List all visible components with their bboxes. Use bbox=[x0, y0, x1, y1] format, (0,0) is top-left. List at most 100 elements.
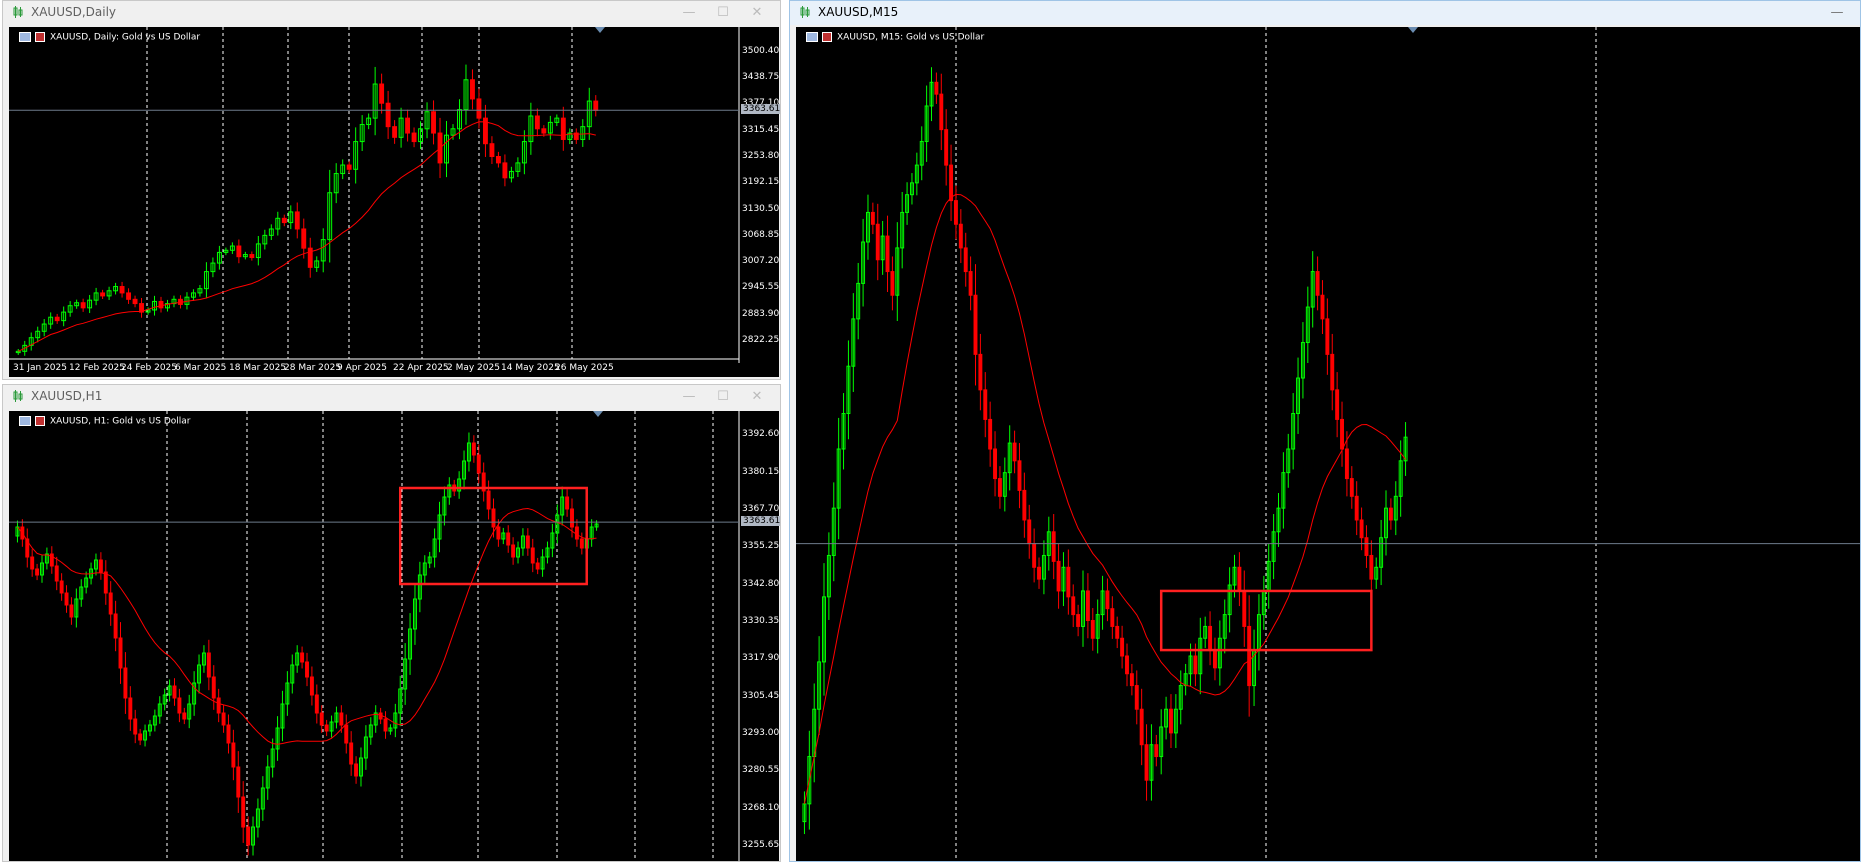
candle-body bbox=[1051, 531, 1056, 562]
candle-body bbox=[1110, 608, 1115, 627]
candle-body bbox=[411, 132, 417, 143]
candle-body bbox=[471, 442, 476, 456]
candle-body bbox=[1125, 655, 1129, 675]
maximize-button[interactable]: ☐ bbox=[706, 3, 740, 23]
candle-body bbox=[535, 562, 540, 570]
titlebar-daily[interactable]: XAUUSD,Daily — ☐ ✕ bbox=[3, 1, 780, 25]
candle-body bbox=[226, 724, 231, 744]
candle-body bbox=[1354, 495, 1359, 521]
close-button[interactable]: ✕ bbox=[740, 3, 774, 23]
y-tick-label: 3380.15 bbox=[742, 466, 780, 477]
candle-body bbox=[495, 156, 501, 164]
candle-body bbox=[511, 544, 516, 558]
chart-header-label: XAUUSD, M15: Gold vs US Dollar bbox=[837, 32, 985, 43]
candle-body bbox=[470, 79, 475, 100]
candle-body bbox=[324, 724, 329, 732]
candle-body bbox=[431, 111, 436, 134]
candle-body bbox=[314, 694, 319, 714]
candle-body bbox=[132, 298, 138, 305]
candle-body bbox=[934, 81, 939, 95]
candle-body bbox=[1364, 537, 1369, 556]
y-tick-label: 3330.35 bbox=[742, 615, 780, 626]
candle-body bbox=[211, 676, 216, 699]
chart-h1[interactable]: XAUUSD, H1: Gold vs US Dollar 3392.60 338… bbox=[9, 411, 781, 862]
candle-body bbox=[997, 478, 1002, 497]
candle-body bbox=[1085, 590, 1090, 622]
candle-body bbox=[108, 592, 113, 615]
candle-body bbox=[1066, 566, 1071, 598]
candle-body bbox=[300, 652, 305, 663]
candle-body bbox=[1359, 519, 1364, 539]
candle-body bbox=[1369, 554, 1374, 580]
chart-m15-canvas[interactable] bbox=[796, 27, 1861, 862]
candle-body bbox=[875, 223, 880, 261]
candle-body bbox=[177, 697, 182, 714]
candle-body bbox=[206, 652, 211, 678]
x-tick-label: 28 Mar 2025 bbox=[284, 363, 342, 373]
window-m15[interactable]: XAUUSD,M15 — XAUUSD, M15: Gold vs US Dol… bbox=[789, 0, 1861, 862]
window-daily[interactable]: XAUUSD,Daily — ☐ ✕ XAUUSD, Daily: Gold v… bbox=[2, 0, 781, 380]
titlebar-h1[interactable]: XAUUSD,H1 — ☐ ✕ bbox=[3, 385, 780, 409]
candle-body bbox=[978, 353, 983, 391]
x-tick-label: 6 Mar 2025 bbox=[175, 363, 227, 373]
candle-body bbox=[993, 448, 998, 480]
candle-body bbox=[541, 128, 547, 134]
candle-body bbox=[1212, 649, 1217, 669]
candle-body bbox=[344, 724, 349, 744]
y-tick-label: 3355.25 bbox=[742, 541, 780, 552]
candle-body bbox=[113, 613, 118, 639]
y-tick-label: 3392.60 bbox=[742, 429, 780, 440]
y-tick-label: 3268.10 bbox=[742, 802, 780, 813]
minimize-button[interactable]: — bbox=[672, 3, 706, 23]
candle-body bbox=[221, 712, 226, 726]
chart-header-label: XAUUSD, H1: Gold vs US Dollar bbox=[50, 416, 191, 427]
candle-body bbox=[1022, 489, 1027, 521]
close-button[interactable]: ✕ bbox=[740, 387, 774, 407]
price-tag: 3363.61 bbox=[741, 516, 781, 527]
moving-average-line bbox=[17, 121, 596, 352]
chart-h1-canvas[interactable] bbox=[9, 411, 779, 862]
y-tick-label: 3317.90 bbox=[742, 653, 780, 664]
y-tick-label: 3130.50 bbox=[742, 203, 780, 214]
candle-body bbox=[35, 568, 40, 576]
candle-body bbox=[385, 102, 391, 128]
price-tag: 3363.61 bbox=[741, 104, 781, 115]
maximize-button[interactable]: ☐ bbox=[706, 387, 740, 407]
chart-daily[interactable]: XAUUSD, Daily: Gold vs US Dollar 3500.40… bbox=[9, 27, 781, 377]
x-tick-label: 24 Feb 2025 bbox=[121, 363, 178, 373]
window-h1[interactable]: XAUUSD,H1 — ☐ ✕ XAUUSD, H1: Gold vs US D… bbox=[2, 384, 781, 862]
candle-body bbox=[123, 667, 128, 699]
shift-marker-icon[interactable] bbox=[595, 27, 605, 33]
candle-body bbox=[944, 129, 949, 166]
candle-body bbox=[1144, 744, 1149, 781]
candle-body bbox=[491, 508, 496, 528]
y-tick-label: 2822.25 bbox=[742, 334, 780, 345]
chart-candles-icon bbox=[13, 390, 23, 402]
minimize-button[interactable]: — bbox=[672, 387, 706, 407]
y-tick-label: 3293.00 bbox=[742, 728, 780, 738]
candle-body bbox=[1320, 294, 1325, 320]
minimize-button[interactable]: — bbox=[1820, 3, 1854, 23]
candle-body bbox=[1056, 560, 1061, 592]
x-tick-label: 31 Jan 2025 bbox=[13, 363, 67, 373]
candle-body bbox=[570, 508, 574, 528]
candle-body bbox=[80, 302, 86, 309]
candle-body bbox=[890, 271, 895, 296]
candle-body bbox=[1388, 507, 1393, 521]
shift-marker-icon[interactable] bbox=[593, 411, 603, 417]
chart-daily-canvas[interactable] bbox=[9, 27, 779, 377]
y-tick-label: 3007.20 bbox=[742, 256, 780, 267]
candle-body bbox=[128, 697, 133, 720]
candle-body bbox=[968, 271, 973, 296]
candle-body bbox=[502, 162, 508, 179]
candle-body bbox=[319, 712, 324, 726]
candle-body bbox=[579, 538, 584, 549]
chart-m15[interactable]: XAUUSD, M15: Gold vs US Dollar bbox=[796, 27, 1861, 862]
shift-marker-icon[interactable] bbox=[1408, 27, 1418, 33]
titlebar-m15[interactable]: XAUUSD,M15 — bbox=[790, 1, 1860, 25]
candle-body bbox=[133, 718, 138, 735]
candle-body bbox=[1242, 590, 1247, 627]
candle-body bbox=[1237, 566, 1242, 592]
candle-body bbox=[182, 712, 187, 720]
x-tick-label: 12 Feb 2025 bbox=[69, 363, 126, 373]
